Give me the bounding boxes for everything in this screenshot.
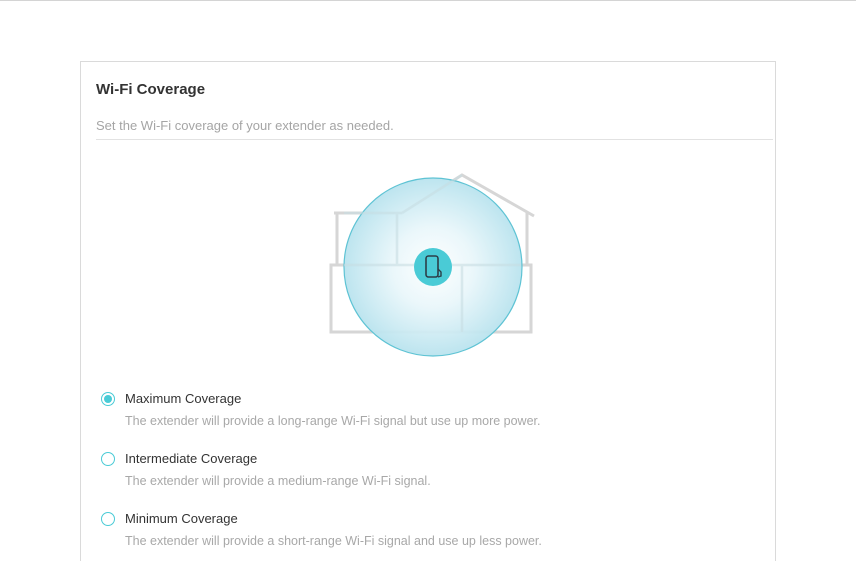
house-coverage-illustration	[329, 173, 535, 357]
extender-device-icon	[414, 248, 452, 286]
option-label[interactable]: Intermediate Coverage	[125, 451, 257, 466]
radio-maximum-coverage[interactable]	[101, 392, 115, 406]
option-label[interactable]: Maximum Coverage	[125, 391, 241, 406]
radio-intermediate-coverage[interactable]	[101, 452, 115, 466]
option-description: The extender will provide a medium-range…	[125, 474, 431, 488]
top-divider	[0, 0, 856, 1]
panel-subtitle: Set the Wi-Fi coverage of your extender …	[96, 118, 394, 133]
option-label[interactable]: Minimum Coverage	[125, 511, 238, 526]
option-description: The extender will provide a short-range …	[125, 534, 542, 548]
coverage-illustration	[329, 170, 539, 360]
panel-title: Wi-Fi Coverage	[96, 81, 206, 98]
panel-divider	[96, 139, 773, 140]
option-description: The extender will provide a long-range W…	[125, 414, 541, 428]
wifi-coverage-panel: Wi-Fi Coverage Set the Wi-Fi coverage of…	[80, 61, 776, 561]
radio-minimum-coverage[interactable]	[101, 512, 115, 526]
